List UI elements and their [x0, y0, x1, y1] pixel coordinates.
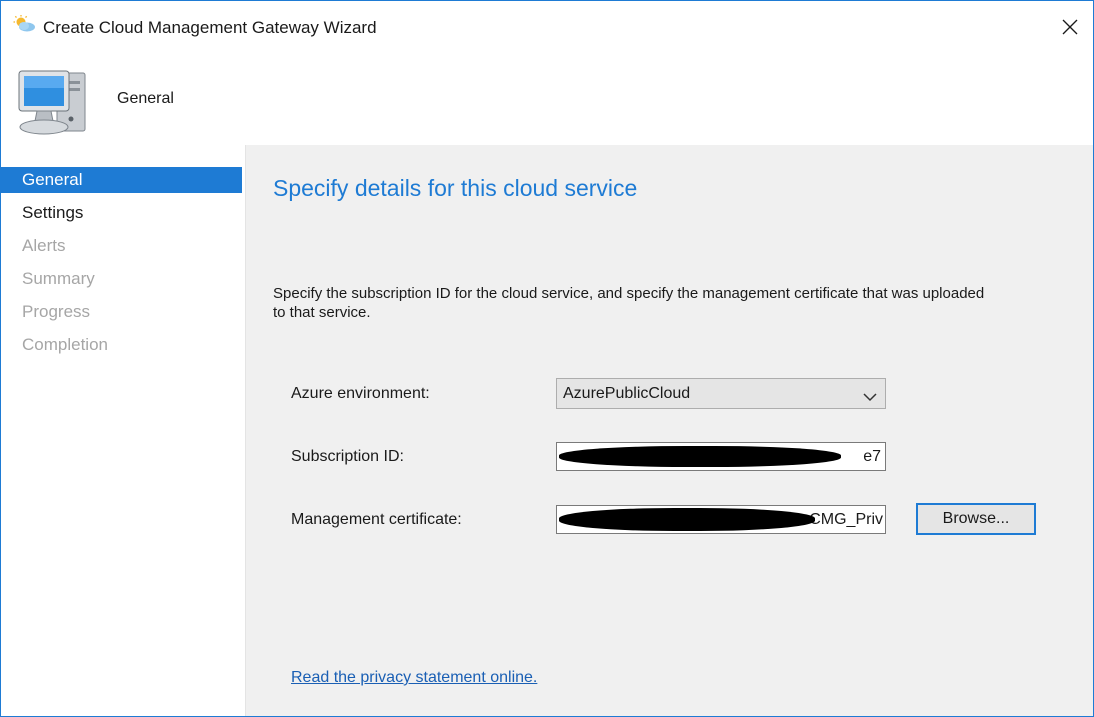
nav-item-summary: Summary: [22, 269, 95, 288]
close-button[interactable]: [1047, 9, 1093, 45]
azure-environment-value: AzurePublicCloud: [563, 385, 691, 402]
window-title: Create Cloud Management Gateway Wizard: [43, 18, 377, 37]
nav-item-completion: Completion: [22, 335, 108, 354]
page-description: Specify the subscription ID for the clou…: [273, 285, 985, 321]
wizard-steps-nav: General Settings Alerts Summary Progress…: [1, 145, 246, 716]
management-certificate-input[interactable]: CMG_Priv: [556, 505, 886, 534]
azure-environment-label: Azure environment:: [291, 385, 430, 402]
title-bar: Create Cloud Management Gateway Wizard: [1, 1, 1093, 49]
nav-item-alerts: Alerts: [22, 236, 66, 255]
main-panel: Specify details for this cloud service S…: [246, 145, 1093, 716]
page-header-title: General: [117, 90, 174, 107]
browse-button[interactable]: Browse...: [916, 503, 1036, 535]
nav-item-settings[interactable]: Settings: [1, 200, 242, 226]
privacy-statement-link[interactable]: Read the privacy statement online.: [291, 669, 537, 687]
nav-item-progress: Progress: [22, 302, 91, 321]
close-icon: [1062, 19, 1078, 35]
wizard-window: Create Cloud Management Gateway Wizard G…: [0, 0, 1094, 717]
nav-item-general[interactable]: General: [1, 167, 242, 193]
redaction-mark: [559, 446, 841, 467]
chevron-down-icon: [863, 389, 877, 407]
cloud-sun-icon: [13, 15, 37, 33]
management-certificate-label: Management certificate:: [291, 511, 462, 528]
management-certificate-value: CMG_Priv: [809, 511, 883, 528]
redaction-mark: [559, 508, 815, 531]
computer-icon: [15, 65, 95, 141]
subscription-id-label: Subscription ID:: [291, 448, 404, 465]
wizard-header: General: [1, 49, 1093, 145]
subscription-id-value: e7: [863, 448, 881, 465]
page-heading: Specify details for this cloud service: [273, 175, 638, 201]
subscription-id-input[interactable]: e7: [556, 442, 886, 471]
azure-environment-select[interactable]: AzurePublicCloud: [556, 378, 886, 409]
